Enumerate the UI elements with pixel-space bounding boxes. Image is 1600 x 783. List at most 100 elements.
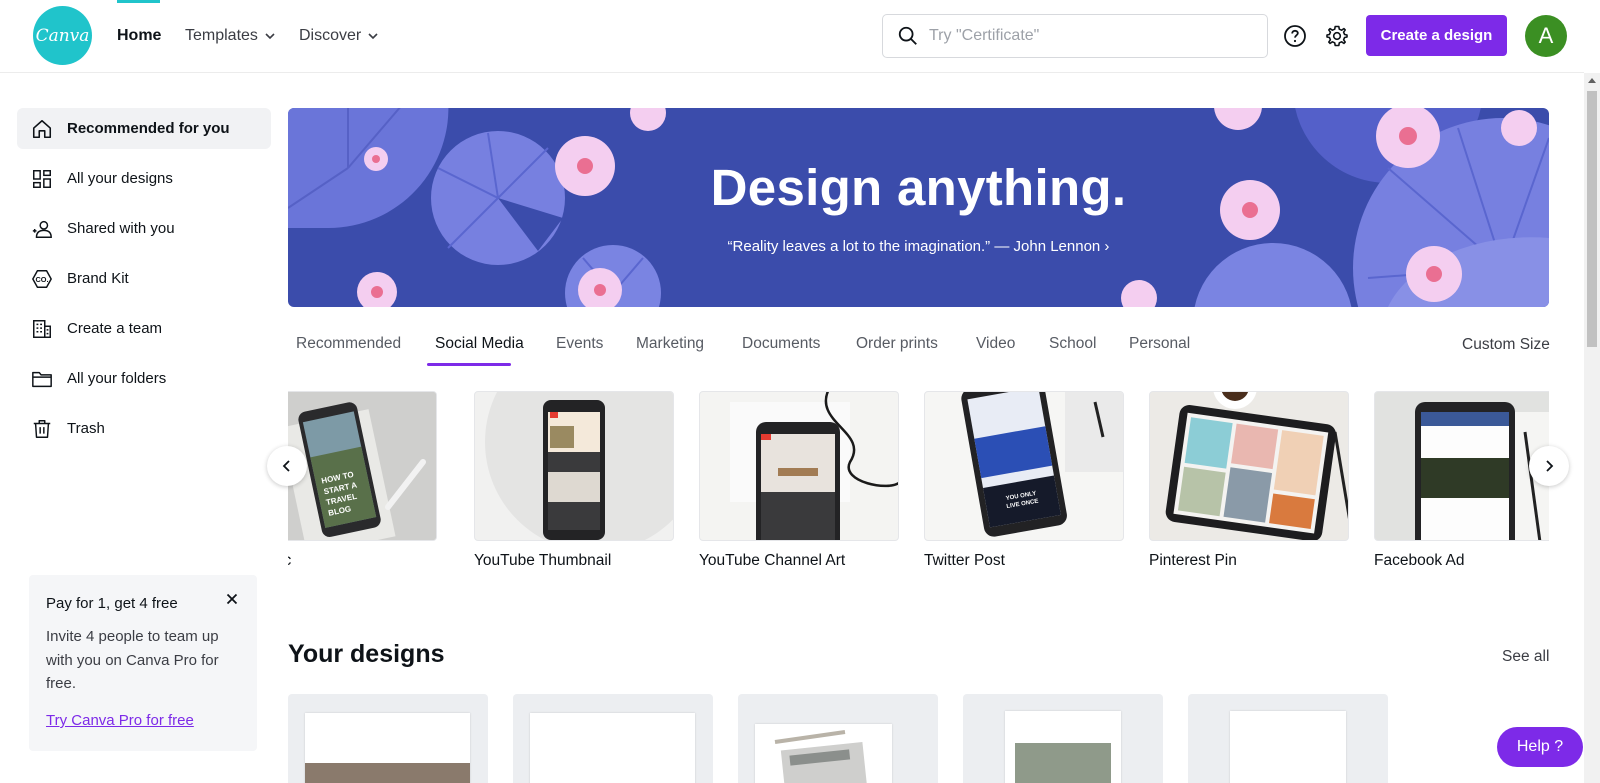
- template-card-youtube-channel-art[interactable]: YouTube Channel Art: [699, 391, 899, 570]
- chevron-left-icon: [282, 460, 290, 472]
- avatar[interactable]: A: [1525, 15, 1567, 57]
- design-card[interactable]: [738, 694, 938, 783]
- help-circle-icon[interactable]: [1283, 24, 1307, 48]
- left-sidebar: Recommended for you All your designs Sha…: [0, 73, 280, 783]
- carousel-prev-button[interactable]: [267, 446, 307, 486]
- tab-order-prints[interactable]: Order prints: [856, 335, 938, 353]
- template-label: YouTube Channel Art: [699, 552, 846, 569]
- nav-home[interactable]: Home: [117, 0, 161, 72]
- scrollbar-thumb[interactable]: [1587, 91, 1597, 347]
- your-designs-heading: Your designs: [288, 640, 445, 668]
- template-card-facebook-ad[interactable]: Facebook Ad: [1374, 391, 1549, 570]
- sidebar-item-label: All your designs: [67, 170, 173, 187]
- hero-quote-link[interactable]: “Reality leaves a lot to the imagination…: [288, 238, 1549, 255]
- sidebar-item-brand-kit[interactable]: CO. Brand Kit: [17, 258, 271, 299]
- design-card[interactable]: [513, 694, 713, 783]
- template-thumbnail: [699, 391, 899, 541]
- tab-school[interactable]: School: [1049, 335, 1096, 353]
- template-card-twitter-post[interactable]: YOU ONLY LIVE ONCE Twitter Post: [924, 391, 1124, 570]
- design-card[interactable]: [1188, 694, 1388, 783]
- template-card-pinterest-pin[interactable]: Pinterest Pin: [1149, 391, 1349, 570]
- nav-discover-label: Discover: [299, 27, 362, 44]
- active-tab-indicator: [427, 363, 511, 366]
- sidebar-item-label: Brand Kit: [67, 270, 129, 287]
- design-thumbnail: [305, 713, 470, 783]
- hero-banner: Design anything. “Reality leaves a lot t…: [288, 108, 1549, 307]
- template-label: Graphic: [288, 552, 437, 570]
- top-header: Canva Home Templates Discover Create a d…: [0, 0, 1584, 73]
- tab-social-media[interactable]: Social Media: [435, 335, 524, 353]
- template-label: Twitter Post: [924, 552, 1005, 569]
- template-thumbnail: [1374, 391, 1549, 541]
- tab-recommended[interactable]: Recommended: [296, 335, 401, 353]
- gear-icon[interactable]: [1325, 24, 1349, 48]
- template-carousel: HOW TO START A TRAVEL BLOG Graphic: [288, 391, 1549, 577]
- design-thumbnail: [1230, 711, 1346, 783]
- template-card-graphic[interactable]: HOW TO START A TRAVEL BLOG Graphic: [288, 391, 437, 570]
- svg-text:CO.: CO.: [35, 274, 48, 283]
- nav-home-label: Home: [117, 27, 162, 44]
- hero-title: Design anything.: [710, 159, 1127, 216]
- sidebar-item-folders[interactable]: All your folders: [17, 358, 271, 399]
- tab-documents[interactable]: Documents: [742, 335, 820, 353]
- design-card[interactable]: [963, 694, 1163, 783]
- folder-icon: [32, 371, 52, 387]
- building-icon: [33, 319, 51, 338]
- category-tabs: Recommended Social Media Events Marketin…: [288, 329, 1549, 369]
- promo-body: Invite 4 people to team up with you on C…: [46, 628, 219, 692]
- tab-events[interactable]: Events: [556, 335, 603, 353]
- design-thumbnail: [755, 724, 892, 783]
- sidebar-item-recommended[interactable]: Recommended for you: [17, 108, 271, 149]
- template-card-youtube-thumbnail[interactable]: YouTube Thumbnail: [474, 391, 674, 570]
- nav-templates-label: Templates: [185, 27, 258, 44]
- grid-icon: [33, 169, 51, 188]
- chevron-down-icon: [265, 33, 275, 40]
- search-icon: [898, 26, 917, 45]
- template-thumbnail: HOW TO START A TRAVEL BLOG: [288, 391, 437, 541]
- template-thumbnail: [1149, 391, 1349, 541]
- home-icon: [32, 119, 52, 138]
- custom-size-button[interactable]: Custom Size: [1462, 336, 1550, 354]
- search-box[interactable]: [882, 14, 1268, 58]
- tab-personal[interactable]: Personal: [1129, 335, 1190, 353]
- scroll-up-arrow[interactable]: [1588, 78, 1596, 83]
- search-input[interactable]: [929, 27, 1249, 45]
- nav-discover[interactable]: Discover: [299, 0, 379, 72]
- brand-kit-icon: CO.: [32, 269, 52, 288]
- sidebar-item-trash[interactable]: Trash: [17, 408, 271, 449]
- design-card[interactable]: [288, 694, 488, 783]
- see-all-link[interactable]: See all: [1502, 648, 1549, 666]
- sidebar-item-create-team[interactable]: Create a team: [17, 308, 271, 349]
- create-design-button[interactable]: Create a design: [1366, 15, 1507, 56]
- sidebar-item-label: Trash: [67, 420, 105, 437]
- design-thumbnail: [530, 713, 695, 783]
- carousel-next-button[interactable]: [1529, 446, 1569, 486]
- tab-marketing[interactable]: Marketing: [636, 335, 704, 353]
- help-button[interactable]: Help ?: [1497, 727, 1583, 767]
- tab-video[interactable]: Video: [976, 335, 1015, 353]
- chevron-right-icon: [1546, 460, 1554, 472]
- people-icon: [32, 220, 52, 238]
- sidebar-item-label: Shared with you: [67, 220, 175, 237]
- template-thumbnail: YOU ONLY LIVE ONCE: [924, 391, 1124, 541]
- nav-templates[interactable]: Templates: [185, 0, 276, 72]
- canva-logo[interactable]: Canva: [33, 6, 92, 65]
- sidebar-item-shared[interactable]: Shared with you: [17, 208, 271, 249]
- sidebar-item-label: All your folders: [67, 370, 167, 387]
- template-thumbnail: [474, 391, 674, 541]
- design-thumbnail: [1005, 711, 1121, 783]
- template-label: YouTube Thumbnail: [474, 552, 612, 569]
- promo-card: Pay for 1, get 4 free Invite 4 people to…: [29, 575, 257, 751]
- calculator-image: [774, 730, 868, 783]
- try-pro-link[interactable]: Try Canva Pro for free: [46, 712, 194, 729]
- scrollbar[interactable]: [1584, 73, 1600, 783]
- template-label: Facebook Ad: [1374, 552, 1465, 569]
- sidebar-item-all-designs[interactable]: All your designs: [17, 158, 271, 199]
- close-icon[interactable]: [224, 591, 240, 607]
- promo-title: Pay for 1, get 4 free: [46, 595, 178, 612]
- sidebar-item-label: Create a team: [67, 320, 163, 337]
- sidebar-item-label: Recommended for you: [67, 120, 230, 137]
- chevron-down-icon: [368, 33, 378, 40]
- trash-icon: [33, 419, 51, 438]
- template-label: Pinterest Pin: [1149, 552, 1237, 569]
